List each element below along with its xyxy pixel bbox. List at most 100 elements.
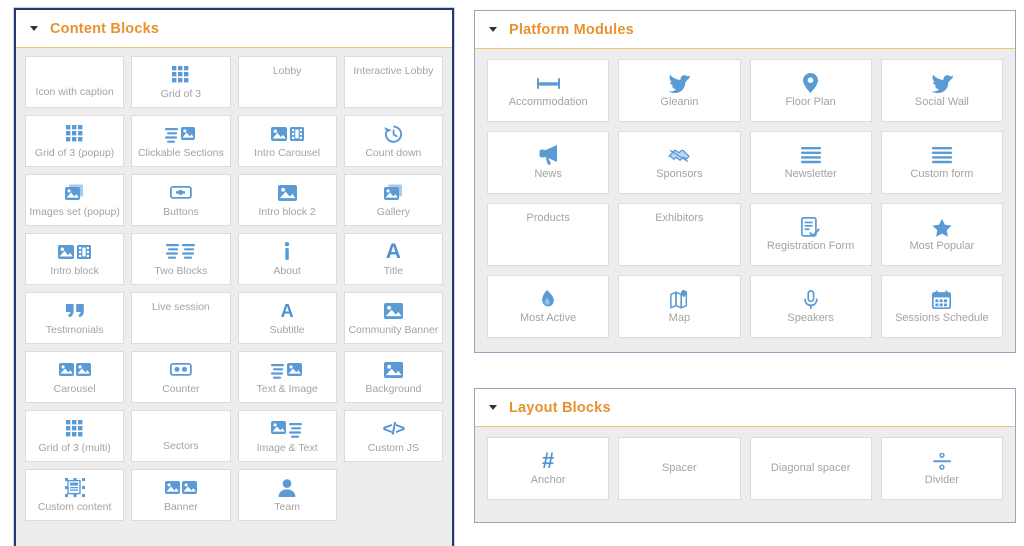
block-tile-label: Icon with caption (35, 85, 114, 98)
block-tile[interactable]: About (237, 233, 337, 285)
handshake-icon (668, 144, 691, 166)
grid-of-three-icon (66, 418, 83, 440)
grid-of-three-icon (66, 123, 83, 145)
block-tile[interactable]: Most Popular (880, 203, 1003, 266)
block-tile[interactable]: Gallery (343, 174, 443, 226)
caret-down-icon[interactable] (489, 405, 497, 410)
star-icon (932, 216, 952, 238)
block-tile[interactable]: Intro block (25, 233, 125, 285)
block-tile-label: Sponsors (656, 168, 703, 181)
panel-header-layout-blocks[interactable]: Layout Blocks (475, 389, 1015, 427)
bed-icon (536, 72, 560, 94)
block-tile[interactable]: Sessions Schedule (880, 275, 1003, 338)
block-tile[interactable]: </> Custom JS (343, 410, 443, 462)
block-tile[interactable]: Newsletter (749, 131, 872, 194)
panel-header-platform-modules[interactable]: Platform Modules (475, 11, 1015, 49)
button-icon (169, 182, 192, 204)
block-tile[interactable]: Live session (131, 292, 231, 344)
two-images-icon (164, 477, 197, 499)
clock-rewind-icon (383, 123, 403, 145)
block-tile[interactable]: Background (343, 351, 443, 403)
block-tile-label: Registration Form (766, 240, 855, 253)
block-tile[interactable]: Grid of 3 (multi) (25, 410, 125, 462)
block-tile[interactable]: Team (237, 469, 337, 521)
block-tile-label: Count down (365, 146, 422, 159)
code-brackets-icon: </> (382, 419, 406, 439)
block-tile[interactable]: Interactive Lobby (343, 56, 443, 108)
info-icon (282, 241, 292, 263)
block-tile[interactable]: Text & Image (237, 351, 337, 403)
block-tile[interactable]: Spacer (618, 437, 741, 500)
block-tile[interactable]: Gleanin (618, 59, 741, 122)
microphone-icon (803, 288, 818, 310)
block-tile-label: Text & Image (256, 382, 318, 395)
block-tile[interactable]: Exhibitors (618, 203, 741, 266)
block-tile[interactable]: A Title (343, 233, 443, 285)
block-tile[interactable]: Divider (880, 437, 1003, 500)
block-tile[interactable]: Speakers (749, 275, 872, 338)
panel-header-content-blocks[interactable]: Content Blocks (16, 10, 452, 48)
panel-layout-blocks: Layout Blocks # Anchor Spacer Diagonal space… (474, 388, 1016, 523)
letter-a-large-icon: A (385, 240, 401, 264)
block-tile-label: Live session (151, 301, 210, 313)
block-tile-label: Interactive Lobby (353, 65, 434, 77)
block-tile-label: Intro block (50, 264, 99, 277)
block-tile[interactable]: Custom form (880, 131, 1003, 194)
block-tile-label: Diagonal spacer (770, 462, 851, 475)
panel-body-platform-modules: Accommodation Gleanin Floor Plan Social Wal… (475, 49, 1015, 352)
image-stack-icon (65, 182, 84, 204)
caret-down-icon[interactable] (30, 26, 38, 31)
block-tile-label: Title (383, 264, 404, 277)
block-tile[interactable]: Accommodation (487, 59, 610, 122)
twitter-bird-icon (930, 72, 953, 94)
person-icon (278, 477, 296, 499)
block-tile[interactable]: Banner (131, 469, 231, 521)
block-tile-label: Team (274, 500, 300, 513)
block-tile-label: Gleanin (660, 96, 699, 109)
block-tile[interactable]: Clickable Sections (131, 115, 231, 167)
block-tile[interactable]: Floor Plan (749, 59, 872, 122)
block-tile[interactable]: Intro Carousel (237, 115, 337, 167)
block-tile[interactable]: Buttons (131, 174, 231, 226)
tile-grid: Accommodation Gleanin Floor Plan Social Wal… (487, 59, 1003, 338)
image-and-film-icon (270, 123, 304, 145)
block-tile[interactable]: Images set (popup) (25, 174, 125, 226)
panel-body-content-blocks: Icon with caption Grid of 3 Lobby Interacti… (16, 48, 452, 546)
block-tile[interactable]: Sponsors (618, 131, 741, 194)
block-tile[interactable]: Grid of 3 (131, 56, 231, 108)
block-tile[interactable]: Community Banner (343, 292, 443, 344)
calendar-icon (932, 288, 952, 310)
block-tile-label: Most Popular (909, 240, 975, 253)
block-tile-label: Custom JS (367, 441, 420, 454)
block-tile[interactable]: Intro block 2 (237, 174, 337, 226)
block-tile[interactable]: Products (487, 203, 610, 266)
block-tile-label: Products (526, 212, 570, 224)
block-tile-label: Testimonials (45, 323, 104, 336)
block-tile[interactable]: Icon with caption (25, 56, 125, 108)
block-tile[interactable]: Counter (131, 351, 231, 403)
block-tile[interactable]: Carousel (25, 351, 125, 403)
caret-down-icon[interactable] (489, 27, 497, 32)
block-tile[interactable]: A Subtitle (237, 292, 337, 344)
block-tile[interactable]: # Anchor (487, 437, 610, 500)
block-tile-label: Floor Plan (785, 96, 836, 109)
block-tile[interactable]: Lobby (237, 56, 337, 108)
block-tile[interactable]: Count down (343, 115, 443, 167)
block-tile[interactable]: Map (618, 275, 741, 338)
tile-grid: # Anchor Spacer Diagonal spacer Divider (487, 437, 1003, 500)
block-tile[interactable]: Diagonal spacer (749, 437, 872, 500)
block-tile[interactable]: News (487, 131, 610, 194)
block-tile[interactable]: Registration Form (749, 203, 872, 266)
block-library-screen: Content Blocks Icon with caption Grid of 3… (0, 0, 1024, 546)
block-tile-label: Clickable Sections (137, 146, 224, 159)
block-tile[interactable]: Testimonials (25, 292, 125, 344)
block-tile[interactable]: Most Active (487, 275, 610, 338)
block-tile[interactable]: Social Wall (880, 59, 1003, 122)
block-tile[interactable]: Grid of 3 (popup) (25, 115, 125, 167)
block-tile[interactable]: Image & Text (237, 410, 337, 462)
block-tile[interactable]: Custom content (25, 469, 125, 521)
block-tile-label: Counter (162, 382, 200, 395)
block-tile[interactable]: Two Blocks (131, 233, 231, 285)
block-tile[interactable]: Sectors (131, 410, 231, 462)
list-lines-icon (931, 144, 952, 166)
